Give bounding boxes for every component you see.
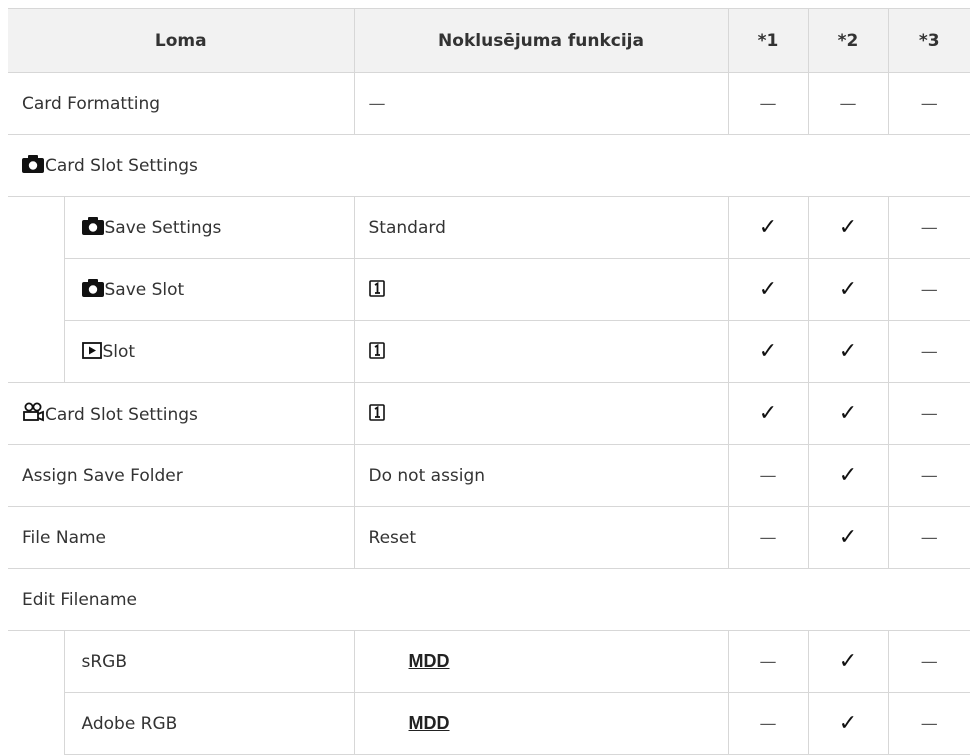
row-col-1: —	[727, 630, 809, 693]
row-col-2: ✓	[807, 382, 889, 445]
table-row: Save Slot ✓ ✓ —	[8, 258, 970, 321]
settings-table-page: Loma Noklusējuma funkcija *1 *2 *3 Card …	[0, 0, 970, 755]
row-col-2: ✓	[807, 258, 889, 321]
row-value: —	[353, 72, 729, 135]
table-row: Card Formatting — — — —	[8, 72, 970, 135]
row-label: Assign Save Folder	[8, 444, 355, 507]
card-slot-1-icon	[368, 341, 385, 359]
row-value	[353, 320, 729, 383]
row-label: Card Formatting	[8, 72, 355, 135]
row-col-2: ✓	[807, 630, 889, 693]
row-col-1: —	[727, 444, 809, 507]
header-default-function: Noklusējuma funkcija	[353, 8, 729, 73]
row-col-2: ✓	[807, 196, 889, 259]
row-label: Save Settings	[63, 196, 355, 259]
indent-spacer	[8, 259, 64, 321]
table-row: Slot ✓ ✓ —	[8, 320, 970, 383]
row-col-2: —	[807, 72, 889, 135]
table-row: File Name Reset — ✓ —	[8, 506, 970, 569]
row-col-3: —	[887, 258, 970, 321]
row-col-1: —	[727, 506, 809, 569]
row-label: Adobe RGB	[63, 692, 355, 755]
table-row: Card Slot Settings ✓ ✓ —	[8, 382, 970, 445]
camera-icon	[81, 217, 104, 235]
row-col-3: —	[887, 692, 970, 755]
row-col-1: —	[727, 72, 809, 135]
camera-icon	[22, 155, 44, 173]
indent-spacer	[8, 631, 64, 693]
row-value	[353, 382, 729, 445]
row-col-3: —	[887, 382, 970, 445]
table-header-row: Loma Noklusējuma funkcija *1 *2 *3	[8, 8, 970, 73]
card-slot-1-icon	[368, 403, 385, 421]
row-col-1: ✓	[727, 258, 809, 321]
indent-spacer	[8, 321, 64, 383]
table-row: sRGB MDD — ✓ —	[8, 630, 970, 693]
row-value: Standard	[353, 196, 729, 259]
settings-table: Loma Noklusējuma funkcija *1 *2 *3 Card …	[8, 8, 970, 755]
row-col-3: —	[887, 320, 970, 383]
row-col-2: ✓	[807, 692, 889, 755]
camera-icon	[81, 279, 104, 297]
row-label: Card Slot Settings	[8, 382, 355, 445]
row-col-1: ✓	[727, 196, 809, 259]
row-label: sRGB	[63, 630, 355, 693]
row-col-1: ✓	[727, 320, 809, 383]
row-col-3: —	[887, 444, 970, 507]
table-row: Assign Save Folder Do not assign — ✓ —	[8, 444, 970, 507]
header-col-2: *2	[807, 8, 889, 73]
row-col-3: —	[887, 72, 970, 135]
row-value: MDD	[353, 630, 729, 693]
section-label: Card Slot Settings	[8, 134, 970, 197]
header-col-3: *3	[887, 8, 970, 73]
table-section-row: Edit Filename	[8, 568, 970, 631]
playback-icon	[81, 341, 102, 359]
indent-spacer	[8, 197, 64, 259]
row-label: File Name	[8, 506, 355, 569]
row-label: Slot	[63, 320, 355, 383]
indent-spacer	[8, 693, 64, 755]
header-loma: Loma	[8, 8, 355, 73]
table-section-row: Card Slot Settings	[8, 134, 970, 197]
row-value: Do not assign	[353, 444, 729, 507]
row-col-2: ✓	[807, 506, 889, 569]
row-label: Save Slot	[63, 258, 355, 321]
row-col-3: —	[887, 196, 970, 259]
row-value	[353, 258, 729, 321]
row-col-1: ✓	[727, 382, 809, 445]
card-slot-1-icon	[368, 279, 385, 297]
section-label: Edit Filename	[8, 568, 970, 631]
movie-icon	[23, 402, 44, 422]
table-row: Adobe RGB MDD — ✓ —	[8, 692, 970, 755]
row-col-1: —	[727, 692, 809, 755]
table-row: Save Settings Standard ✓ ✓ —	[8, 196, 970, 259]
row-col-3: —	[887, 506, 970, 569]
header-col-1: *1	[727, 8, 809, 73]
row-col-2: ✓	[807, 320, 889, 383]
row-value: MDD	[353, 692, 729, 755]
row-col-2: ✓	[807, 444, 889, 507]
row-col-3: —	[887, 630, 970, 693]
row-value: Reset	[353, 506, 729, 569]
